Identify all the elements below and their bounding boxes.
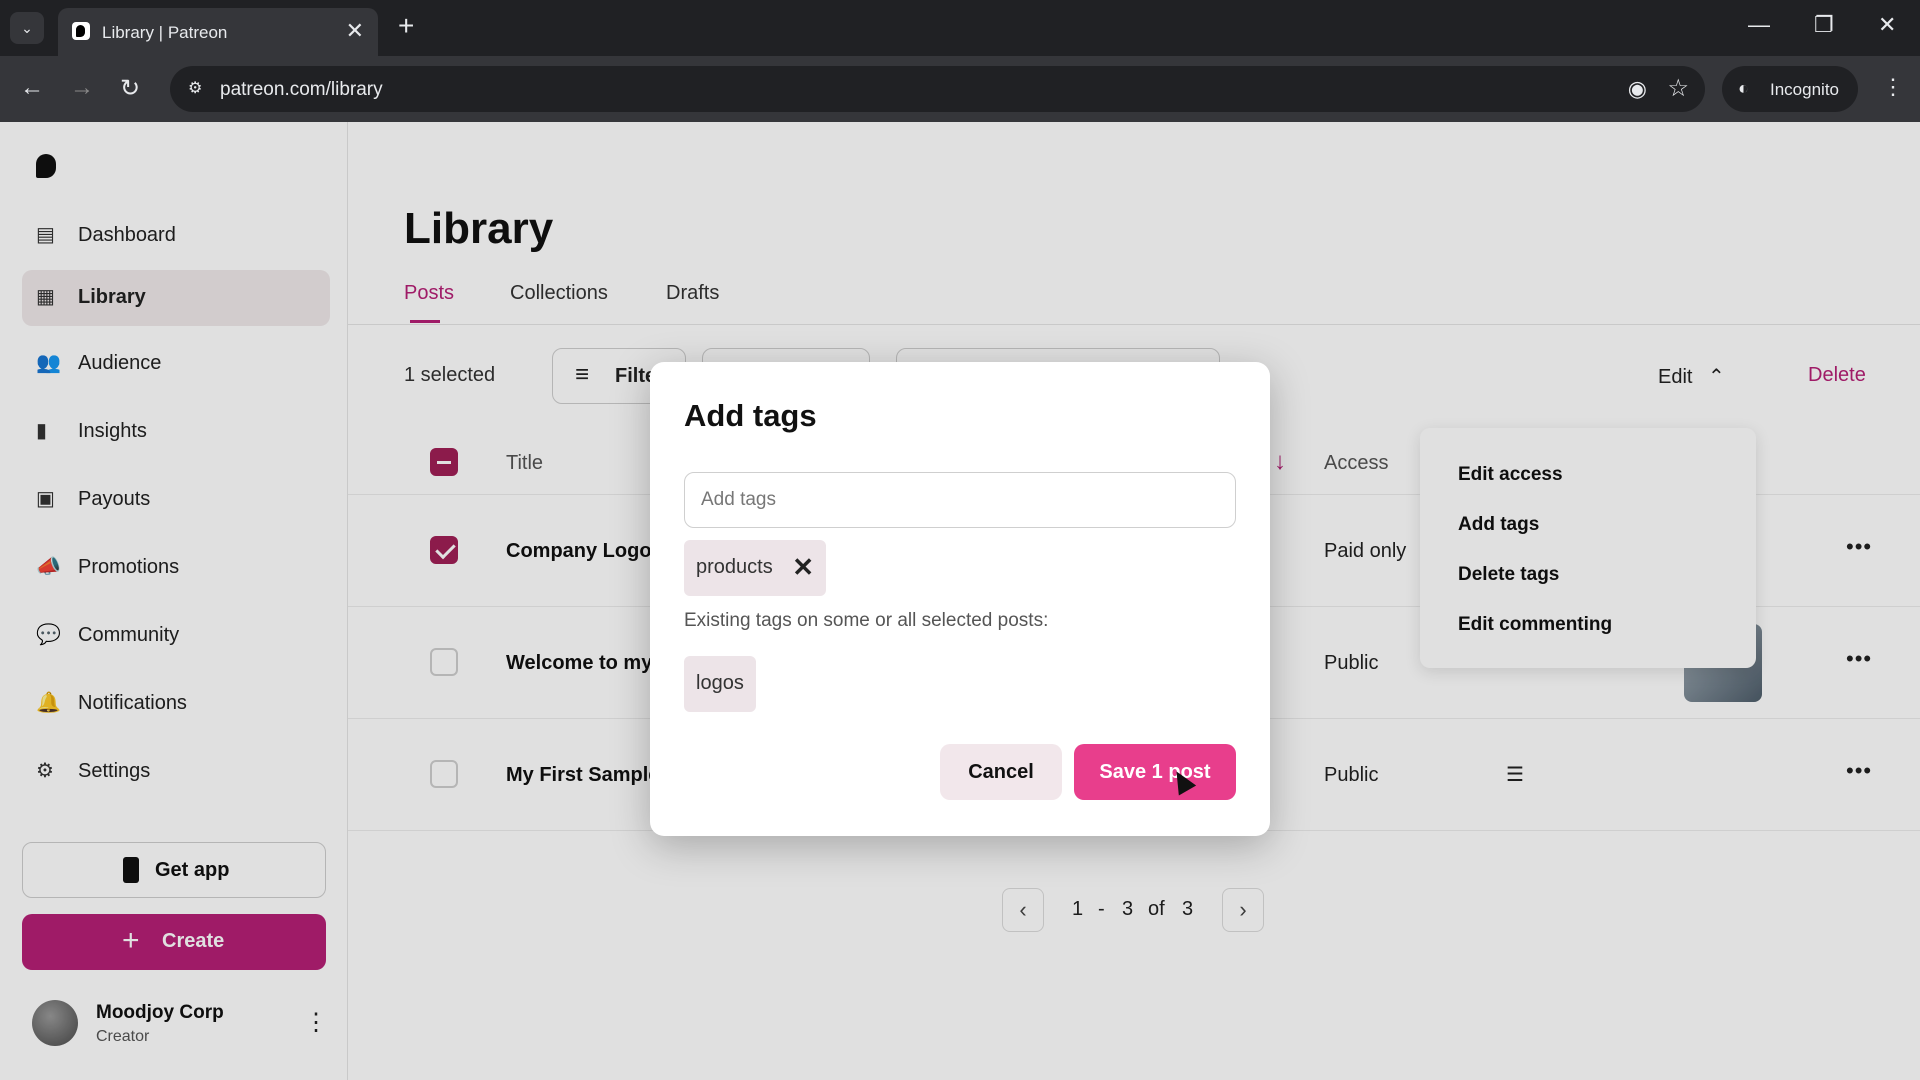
tag-chip-label: logos bbox=[696, 672, 744, 694]
close-window-icon[interactable]: ✕ bbox=[1878, 12, 1896, 38]
patreon-favicon-icon bbox=[72, 22, 90, 40]
add-tags-modal: Add tags products ✕ Existing tags on som… bbox=[650, 362, 1270, 836]
cancel-button[interactable]: Cancel bbox=[940, 744, 1062, 800]
remove-tag-icon[interactable]: ✕ bbox=[792, 552, 814, 583]
save-button[interactable]: Save 1 post bbox=[1074, 744, 1236, 800]
tab-title: Library | Patreon bbox=[102, 23, 228, 42]
minimize-icon[interactable]: — bbox=[1748, 12, 1770, 38]
url-text[interactable]: patreon.com/library bbox=[220, 79, 383, 101]
browser-menu-icon[interactable]: ⋮ bbox=[1882, 74, 1904, 100]
site-info-icon[interactable]: ⚙ bbox=[188, 78, 210, 100]
incognito-label: Incognito bbox=[1770, 80, 1839, 99]
address-bar[interactable]: ⚙ patreon.com/library ◉ ☆ bbox=[170, 66, 1705, 112]
tab-search-dropdown[interactable]: ⌄ bbox=[10, 12, 44, 44]
existing-tags-label: Existing tags on some or all selected po… bbox=[684, 610, 1049, 631]
back-icon[interactable]: ← bbox=[20, 74, 44, 102]
browser-tab[interactable]: Library | Patreon ✕ bbox=[58, 8, 378, 56]
incognito-icon: ◐ bbox=[1738, 78, 1749, 98]
tag-chip-logos[interactable]: logos bbox=[684, 656, 756, 712]
new-tab-icon[interactable]: + bbox=[398, 10, 414, 42]
incognito-indicator[interactable]: ◐ Incognito bbox=[1722, 66, 1858, 112]
add-tags-input[interactable] bbox=[684, 472, 1236, 528]
close-tab-icon[interactable]: ✕ bbox=[346, 18, 364, 44]
restore-icon[interactable]: ❐ bbox=[1814, 12, 1834, 38]
tag-chip-label: products bbox=[696, 556, 773, 578]
bookmark-star-icon[interactable]: ☆ bbox=[1667, 74, 1689, 103]
forward-icon[interactable]: → bbox=[70, 74, 94, 102]
browser-tabbar: ⌄ Library | Patreon ✕ + — ❐ ✕ bbox=[0, 0, 1920, 56]
browser-toolbar: ← → ↻ ⚙ patreon.com/library ◉ ☆ ◐ Incogn… bbox=[0, 56, 1920, 122]
tag-chip-products: products ✕ bbox=[684, 540, 826, 596]
eye-off-icon[interactable]: ◉ bbox=[1628, 76, 1647, 102]
reload-icon[interactable]: ↻ bbox=[120, 74, 140, 103]
modal-title: Add tags bbox=[684, 398, 817, 433]
